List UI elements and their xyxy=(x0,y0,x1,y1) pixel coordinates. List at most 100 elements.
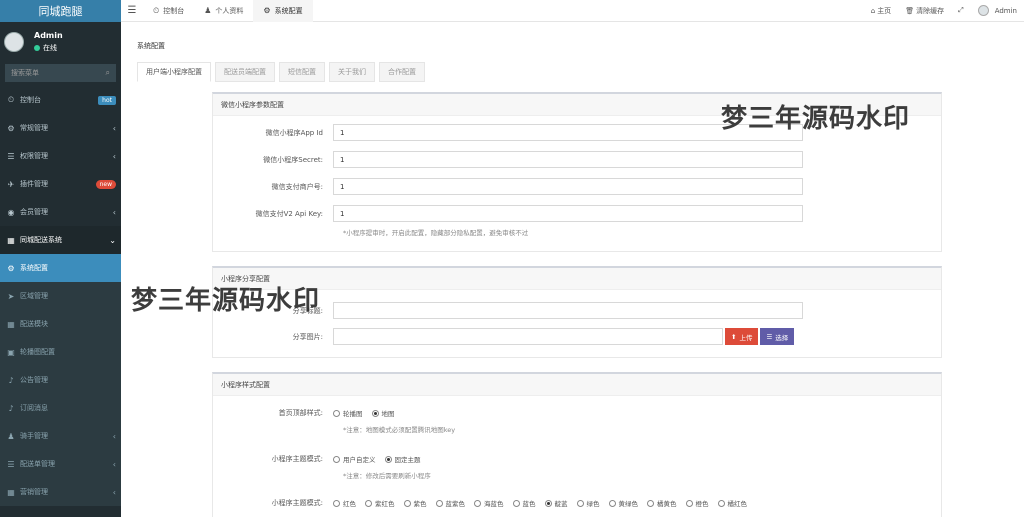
radio-icon[interactable] xyxy=(403,499,411,507)
list-icon: ☰ xyxy=(766,332,773,341)
sidebar-item-12[interactable]: ♟ 骑手管理 ‹ xyxy=(0,422,121,450)
radio-icon[interactable] xyxy=(474,499,481,507)
sidebar-item-4[interactable]: ◉ 会员管理 ‹ xyxy=(0,198,121,226)
radio-icon[interactable] xyxy=(333,409,340,417)
config-tabs: 用户端小程序配置 配送员端配置 短信配置 关于我们 合作配置 xyxy=(137,62,429,82)
chevron-icon: ⌄ xyxy=(109,235,116,245)
radio-option[interactable]: 蓝紫色 xyxy=(435,498,465,508)
radio-icon[interactable] xyxy=(647,499,654,507)
radio-icon[interactable] xyxy=(435,499,443,507)
radio-option[interactable]: 橘红色 xyxy=(717,498,747,508)
radio-option[interactable]: 海蓝色 xyxy=(474,498,504,508)
radio-icon[interactable] xyxy=(365,499,372,507)
sidebar-item-13[interactable]: ☰ 配送单管理 ‹ xyxy=(0,450,121,478)
radio-option[interactable]: 绿色 xyxy=(576,498,600,508)
top-navbar: ☰ ⏲ 控制台 ♟ 个人资料 ⚙ 系统配置 ⌂ 主页 🗑 清除缓存 ⤢ Admin xyxy=(121,0,1024,22)
radio-option[interactable]: 橘黄色 xyxy=(647,498,677,508)
radio-icon[interactable] xyxy=(685,499,693,507)
field-input[interactable]: 1 xyxy=(333,151,803,168)
radio-icon[interactable] xyxy=(512,499,520,507)
tab-config-0[interactable]: 用户端小程序配置 xyxy=(137,62,211,82)
top-tab-1[interactable]: ♟ 个人资料 xyxy=(194,0,253,22)
radio-option[interactable]: 黄绿色 xyxy=(608,498,638,508)
sidebar-item-9[interactable]: ▣ 轮播图配置 xyxy=(0,338,121,366)
sidebar-item-5[interactable]: ▦ 同城配送系统 ⌄ xyxy=(0,226,121,254)
tab-config-3[interactable]: 关于我们 xyxy=(329,62,375,82)
radio-option[interactable]: 靛蓝 xyxy=(544,498,568,508)
radio-option[interactable]: 红色 xyxy=(333,498,356,508)
sidebar-item-11[interactable]: ♪ 订阅消息 xyxy=(0,394,121,422)
tab-config-1[interactable]: 配送员端配置 xyxy=(215,62,275,82)
fullscreen-icon[interactable]: ⤢ xyxy=(951,6,971,15)
chevron-icon: ‹ xyxy=(112,487,116,497)
theme-color-radio-group: 红色 紫红色 紫色 蓝紫色 海蓝色 蓝色 靛蓝 绿色 黄绿色 橘黄色 橙色 橘红色 xyxy=(333,498,756,508)
choose-button[interactable]: ☰ 选择 xyxy=(760,328,795,345)
top-tab-2[interactable]: ⚙ 系统配置 xyxy=(253,0,313,22)
sidebar-item-0[interactable]: ⏲ 控制台 hot xyxy=(0,86,121,114)
radio-option[interactable]: 蓝色 xyxy=(512,498,536,508)
radio-option[interactable]: 地图 xyxy=(371,408,395,418)
menu-item-icon: ✈ xyxy=(7,179,15,189)
panel-title: 小程序样式配置 xyxy=(213,374,941,396)
sidebar-item-6[interactable]: ⚙ 系统配置 xyxy=(0,254,121,282)
sidebar-item-3[interactable]: ✈ 插件管理 new xyxy=(0,170,121,198)
trash-icon: 🗑 xyxy=(905,6,915,15)
radio-option[interactable]: 用户自定义 xyxy=(333,454,376,464)
radio-icon[interactable] xyxy=(371,409,379,417)
share-title-input[interactable] xyxy=(333,302,803,319)
badge: new xyxy=(95,179,116,189)
radio-option[interactable]: 橙色 xyxy=(685,498,709,508)
field-label: 微信支付商户号: xyxy=(271,182,323,191)
tab-config-2[interactable]: 短信配置 xyxy=(279,62,325,82)
radio-icon[interactable] xyxy=(717,499,725,507)
tab-config-4[interactable]: 合作配置 xyxy=(379,62,425,82)
menu-item-icon: ➤ xyxy=(7,291,15,301)
main-content: 系统配置 用户端小程序配置 配送员端配置 短信配置 关于我们 合作配置 微信小程序参数配… xyxy=(121,22,1024,517)
search-icon[interactable]: ⌕ xyxy=(106,68,110,78)
top-tab-0[interactable]: ⏲ 控制台 xyxy=(143,0,194,22)
radio-option[interactable]: 轮播图 xyxy=(333,408,363,418)
sidebar-item-8[interactable]: ▦ 配送模块 xyxy=(0,310,121,338)
sidebar-item-2[interactable]: ☰ 权限管理 ‹ xyxy=(0,142,121,170)
radio-icon[interactable] xyxy=(576,499,584,507)
field-input[interactable]: 1 xyxy=(333,178,803,195)
hint-text: *注意：修改后需要刷新小程序 xyxy=(343,472,431,480)
menu-item-icon: ⚙ xyxy=(7,263,15,273)
avatar xyxy=(4,32,24,52)
radio-option[interactable]: 紫红色 xyxy=(365,498,395,508)
chevron-icon: ‹ xyxy=(112,151,116,161)
sidebar-item-label: 控制台 xyxy=(20,96,41,104)
watermark: 梦三年源码水印 xyxy=(721,104,911,134)
home-top-radio-group: 轮播图 地图 xyxy=(333,408,404,418)
radio-option[interactable]: 紫色 xyxy=(403,498,427,508)
badge: hot xyxy=(98,95,116,105)
menu-toggle-icon[interactable]: ☰ xyxy=(121,5,143,16)
radio-option[interactable]: 固定主题 xyxy=(384,454,421,464)
menu-item-icon: ▦ xyxy=(7,235,15,245)
sidebar-item-14[interactable]: ▦ 营销管理 ‹ xyxy=(0,478,121,506)
radio-icon[interactable] xyxy=(384,455,392,463)
sidebar-item-7[interactable]: ➤ 区域管理 xyxy=(0,282,121,310)
user-panel: Admin 在线 xyxy=(0,22,121,62)
user-status: 在线 xyxy=(34,43,63,53)
upload-button[interactable]: ⬆ 上传 xyxy=(725,328,759,345)
field-label: 微信支付V2 Api Key: xyxy=(255,209,323,218)
radio-icon[interactable] xyxy=(333,455,340,463)
panel-title: 小程序分享配置 xyxy=(213,268,941,290)
user-menu[interactable]: Admin xyxy=(971,5,1024,16)
menu-search-input[interactable]: 搜索菜单 ⌕ xyxy=(5,64,116,82)
share-image-input[interactable] xyxy=(333,328,723,345)
share-config-panel: 小程序分享配置 分享标题: 分享图片: ⬆ 上传 ☰ 选择 xyxy=(212,266,942,358)
radio-icon[interactable] xyxy=(608,499,616,507)
menu-item-icon: ⏲ xyxy=(7,95,15,104)
menu-item-icon: ▣ xyxy=(7,347,15,357)
radio-icon[interactable] xyxy=(544,499,552,507)
home-link[interactable]: ⌂ 主页 xyxy=(864,6,898,16)
radio-icon[interactable] xyxy=(333,499,340,507)
sidebar-item-1[interactable]: ⚙ 常规管理 ‹ xyxy=(0,114,121,142)
app-logo[interactable]: 同城跑腿 xyxy=(0,0,121,22)
field-label: 微信小程序Secret: xyxy=(263,155,323,164)
sidebar-item-10[interactable]: ♪ 公告管理 xyxy=(0,366,121,394)
field-input[interactable]: 1 xyxy=(333,205,803,222)
clear-cache-button[interactable]: 🗑 清除缓存 xyxy=(898,6,951,16)
